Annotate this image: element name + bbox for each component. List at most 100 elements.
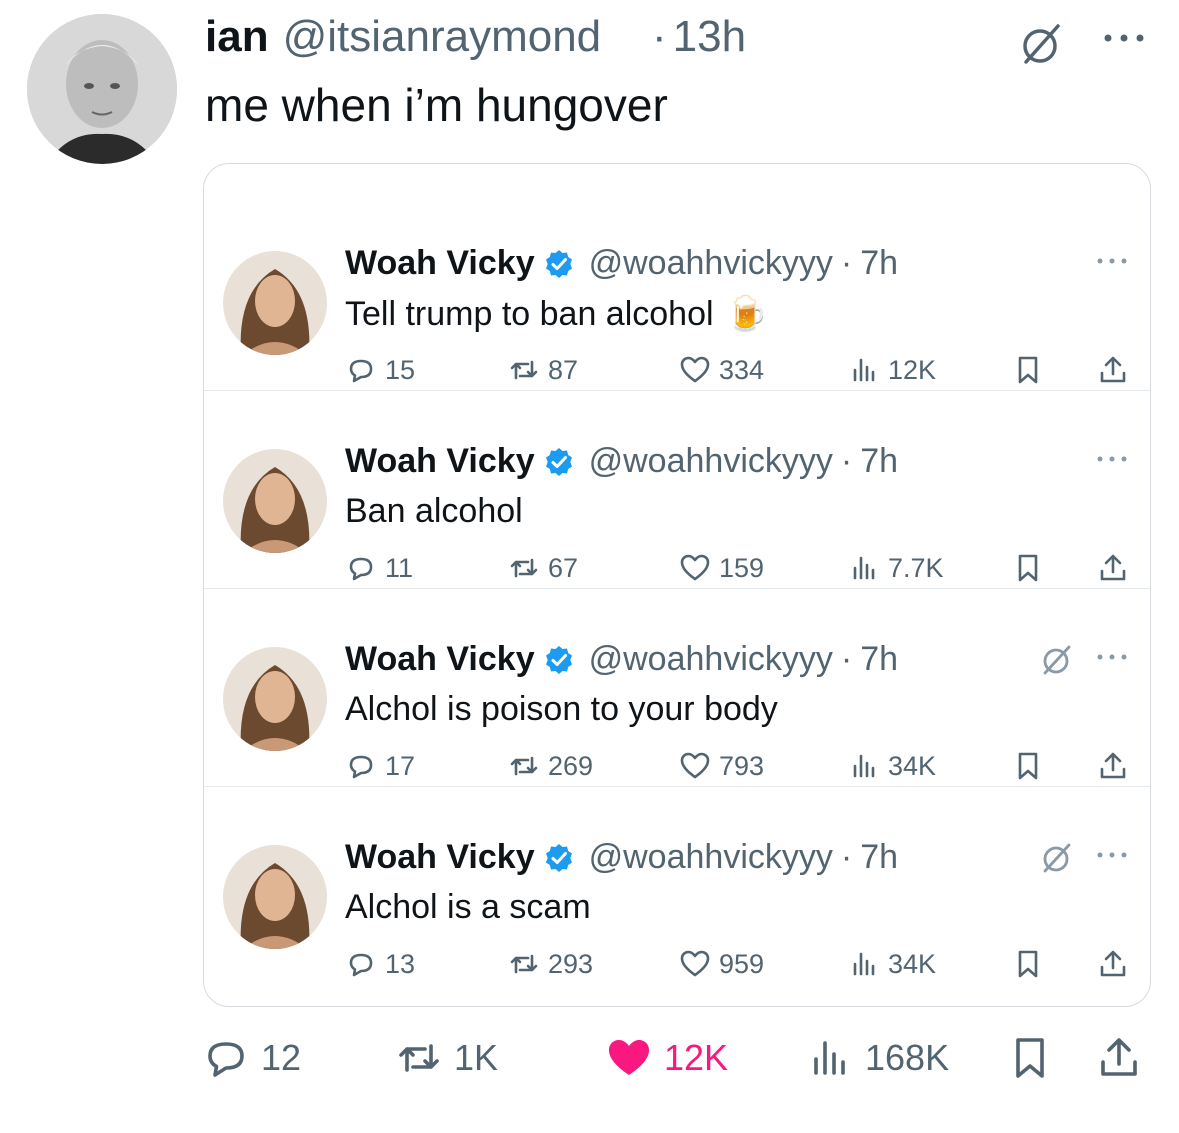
quoted-time[interactable]: 7h — [860, 838, 898, 877]
reply-button[interactable]: 17 — [345, 750, 415, 782]
like-button[interactable]: 793 — [679, 750, 764, 782]
reply-count: 11 — [385, 552, 414, 583]
quoted-tweet[interactable]: Woah Vicky @woahhvickyyy · 7h Alchol is … — [204, 590, 1150, 787]
quoted-time[interactable]: 7h — [860, 640, 898, 679]
retweet-count: 269 — [548, 750, 594, 781]
bookmark-button[interactable] — [1012, 750, 1044, 782]
bookmark-button[interactable] — [1012, 552, 1044, 584]
share-button[interactable] — [1097, 552, 1129, 584]
action-bar: 13 293 959 34K — [345, 948, 1135, 988]
share-button[interactable] — [1097, 750, 1129, 782]
reply-count: 13 — [385, 948, 416, 979]
quoted-name[interactable]: Woah Vicky — [345, 838, 535, 877]
heart-icon — [680, 554, 710, 581]
bookmark-button[interactable] — [1012, 948, 1044, 980]
quoted-tweet[interactable]: Woah Vicky @woahhvickyyy · 7h Tell trump… — [204, 194, 1150, 391]
more-options-icon[interactable] — [1100, 28, 1148, 48]
retweet-count: 1K — [454, 1037, 499, 1078]
reply-button[interactable]: 11 — [345, 552, 413, 584]
quoted-handle[interactable]: @woahhvickyyy — [589, 442, 833, 481]
quoted-handle[interactable]: @woahhvickyyy — [589, 244, 833, 283]
like-button[interactable]: 12K — [606, 1035, 728, 1081]
share-button[interactable] — [1096, 1035, 1142, 1081]
author-avatar[interactable] — [27, 14, 177, 164]
quoted-text-line: Alchol is poison to your body — [345, 690, 778, 729]
retweet-button[interactable]: 67 — [508, 552, 578, 584]
separator-dot: · — [840, 640, 853, 678]
avatar[interactable] — [223, 845, 327, 949]
avatar[interactable] — [223, 449, 327, 553]
author-name[interactable]: ian — [205, 12, 269, 62]
mute-icon[interactable] — [1039, 840, 1075, 876]
retweet-icon — [510, 954, 538, 974]
more-options-icon[interactable] — [1094, 650, 1130, 664]
like-button[interactable]: 159 — [679, 552, 764, 584]
more-options-icon[interactable] — [1094, 452, 1130, 466]
avatar[interactable] — [223, 647, 327, 751]
more-options-icon[interactable] — [1094, 848, 1130, 862]
main-action-bar: 12 1K 12K 168K — [203, 1035, 1153, 1091]
quoted-text-line: Tell trump to ban alcohol 🍺 — [345, 294, 768, 334]
avatar[interactable] — [223, 251, 327, 355]
views-button[interactable]: 12K — [848, 354, 936, 386]
retweet-count: 67 — [548, 552, 579, 583]
quoted-text-line: Alchol is a scam — [345, 888, 591, 927]
like-button[interactable]: 959 — [679, 948, 764, 980]
quoted-time[interactable]: 7h — [860, 442, 898, 481]
author-time[interactable]: 13h — [673, 12, 746, 62]
more-options-icon[interactable] — [1094, 254, 1130, 268]
reply-button[interactable]: 13 — [345, 948, 415, 980]
view-count: 12K — [888, 354, 937, 385]
retweet-button[interactable]: 87 — [508, 354, 578, 386]
quoted-name[interactable]: Woah Vicky — [345, 442, 535, 481]
separator-dot: · — [840, 838, 853, 876]
mute-icon[interactable] — [1039, 642, 1075, 678]
retweet-button[interactable]: 269 — [508, 750, 593, 782]
views-icon — [853, 754, 875, 778]
like-count: 793 — [719, 750, 765, 781]
heart-icon — [680, 356, 710, 383]
mute-icon[interactable] — [1018, 20, 1066, 68]
share-button[interactable] — [1097, 354, 1129, 386]
views-button[interactable]: 34K — [848, 948, 936, 980]
views-icon — [853, 358, 875, 382]
bookmark-button[interactable] — [1012, 354, 1044, 386]
share-icon — [1101, 1038, 1137, 1076]
quoted-text: Alchol is poison to your body — [345, 690, 778, 728]
bookmark-icon — [1018, 950, 1038, 978]
verified-badge-icon — [545, 447, 572, 476]
quoted-text: Alchol is a scam — [345, 888, 591, 926]
retweet-button[interactable]: 293 — [508, 948, 593, 980]
quoted-text-line: Ban alcohol — [345, 492, 523, 531]
reply-icon — [349, 557, 373, 581]
quoted-handle[interactable]: @woahhvickyyy — [589, 640, 833, 679]
bookmark-button[interactable] — [1007, 1035, 1053, 1081]
verified-badge-icon — [545, 645, 572, 674]
retweet-button[interactable]: 1K — [396, 1035, 498, 1081]
reply-button[interactable]: 12 — [203, 1035, 301, 1081]
views-button[interactable]: 168K — [807, 1035, 949, 1081]
share-icon — [1100, 752, 1126, 779]
share-button[interactable] — [1097, 948, 1129, 980]
views-button[interactable]: 34K — [848, 750, 936, 782]
like-count: 12K — [664, 1037, 729, 1078]
quoted-time[interactable]: 7h — [860, 244, 898, 283]
quoted-header: Woah Vicky @woahhvickyyy · 7h — [345, 442, 898, 481]
quoted-handle[interactable]: @woahhvickyyy — [589, 838, 833, 877]
author-handle[interactable]: @itsianraymond — [283, 12, 602, 62]
views-icon — [814, 1041, 845, 1075]
views-button[interactable]: 7.7K — [848, 552, 944, 584]
quoted-tweet[interactable]: Woah Vicky @woahhvickyyy · 7h Alchol is … — [204, 788, 1150, 988]
heart-filled-icon — [609, 1040, 649, 1075]
view-count: 34K — [888, 948, 937, 979]
quoted-name[interactable]: Woah Vicky — [345, 244, 535, 283]
quote-card[interactable]: Woah Vicky @woahhvickyyy · 7h Tell trump… — [203, 163, 1151, 1007]
separator-dot: · — [840, 244, 853, 282]
reply-button[interactable]: 15 — [345, 354, 415, 386]
quoted-tweet[interactable]: Woah Vicky @woahhvickyyy · 7h Ban alcoho… — [204, 392, 1150, 592]
quoted-name[interactable]: Woah Vicky — [345, 640, 535, 679]
like-button[interactable]: 334 — [679, 354, 764, 386]
reply-count: 12 — [261, 1037, 302, 1078]
bookmark-icon — [1016, 1038, 1044, 1078]
action-bar: 11 67 159 7.7K — [345, 552, 1135, 592]
